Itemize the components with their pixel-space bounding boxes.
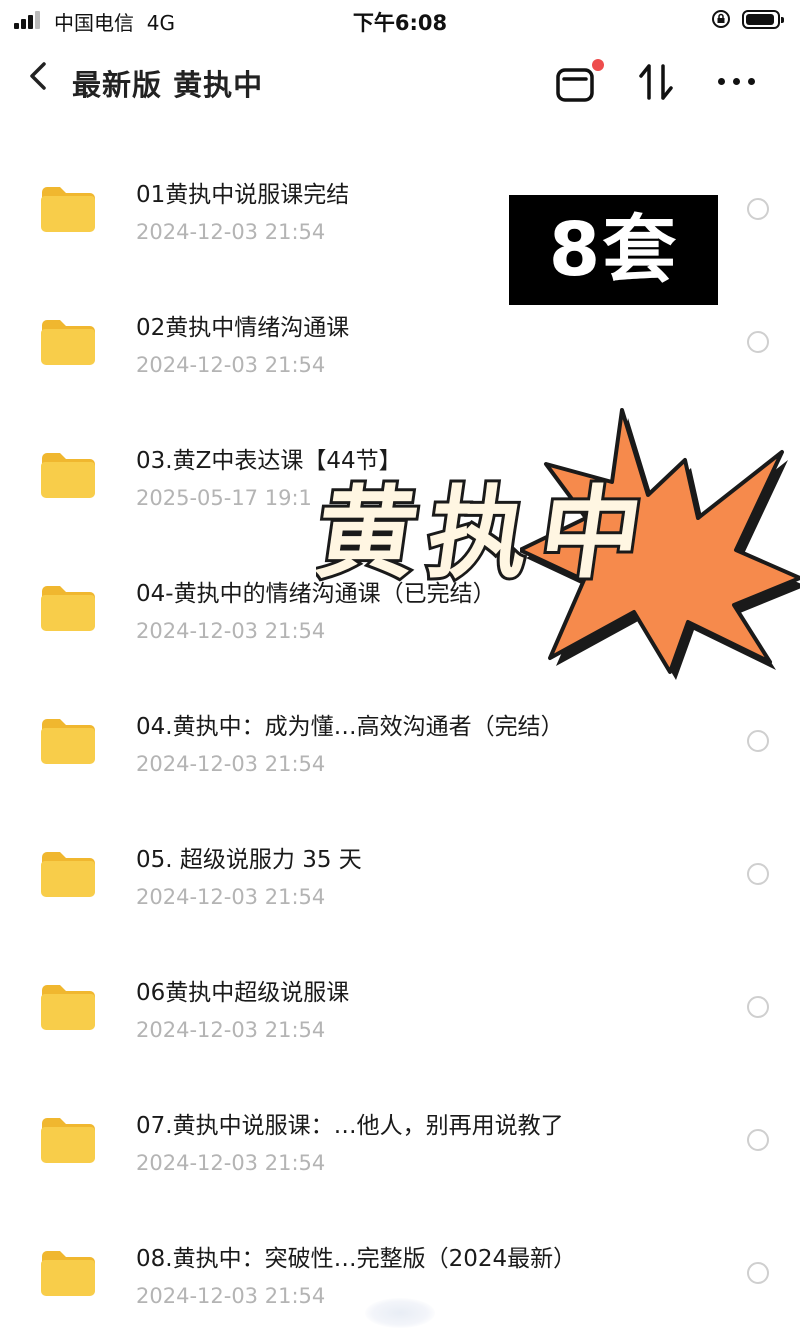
file-date: 2024-12-03 21:54 [136,220,326,244]
folder-icon [41,1118,95,1163]
folder-icon [41,1251,95,1296]
more-icon[interactable] [712,62,762,98]
file-date: 2024-12-03 21:54 [136,1284,326,1308]
file-date: 2024-12-03 21:54 [136,1151,326,1175]
folder-icon [41,985,95,1030]
folder-icon [41,719,95,764]
list-item[interactable]: 06黄执中超级说服课 2024-12-03 21:54 [0,928,800,1061]
nav-bar: 最新版 黄执中 [0,50,800,110]
select-radio[interactable] [747,198,769,220]
select-radio[interactable] [747,730,769,752]
big-name-text: 黄执中 [316,475,661,590]
sort-icon[interactable] [636,60,676,104]
folder-icon [41,453,95,498]
select-radio[interactable] [747,331,769,353]
file-name: 01黄执中说服课完结 [136,182,350,208]
list-item[interactable]: 05. 超级说服力 35 天 2024-12-03 21:54 [0,795,800,928]
file-date: 2024-12-03 21:54 [136,885,326,909]
sets-badge: 8套 [509,195,718,305]
big-name-title: 黄执中 [316,472,664,590]
list-item[interactable]: 07.黄执中说服课：…他人，别再用说教了 2024-12-03 21:54 [0,1061,800,1194]
file-name: 05. 超级说服力 35 天 [136,847,362,873]
folder-icon [41,586,95,631]
select-radio[interactable] [747,1129,769,1151]
file-name: 04.黄执中：成为懂…高效沟通者（完结） [136,714,564,740]
folder-icon [41,187,95,232]
page-title: 最新版 黄执中 [72,68,264,102]
select-radio[interactable] [747,863,769,885]
floating-button-shadow [365,1298,435,1328]
file-date: 2024-12-03 21:54 [136,619,326,643]
file-name: 07.黄执中说服课：…他人，别再用说教了 [136,1113,564,1139]
file-name: 06黄执中超级说服课 [136,980,350,1006]
window-icon[interactable] [552,58,604,106]
select-radio[interactable] [747,1262,769,1284]
select-radio[interactable] [747,996,769,1018]
status-time: 下午6:08 [352,11,448,35]
file-date: 2024-12-03 21:54 [136,1018,326,1042]
chevron-left-icon[interactable] [24,56,58,96]
file-date: 2024-12-03 21:54 [136,353,326,377]
file-date: 2024-12-03 21:54 [136,752,326,776]
status-bar: 中国电信 4G 下午6:08 [0,0,800,40]
file-date: 2025-05-17 19:1 [136,486,312,510]
file-name: 02黄执中情绪沟通课 [136,315,350,341]
battery-icon [742,10,784,29]
folder-icon [41,320,95,365]
rotation-lock-icon [712,10,730,28]
folder-icon [41,852,95,897]
file-name: 08.黄执中：突破性…完整版（2024最新） [136,1246,577,1272]
